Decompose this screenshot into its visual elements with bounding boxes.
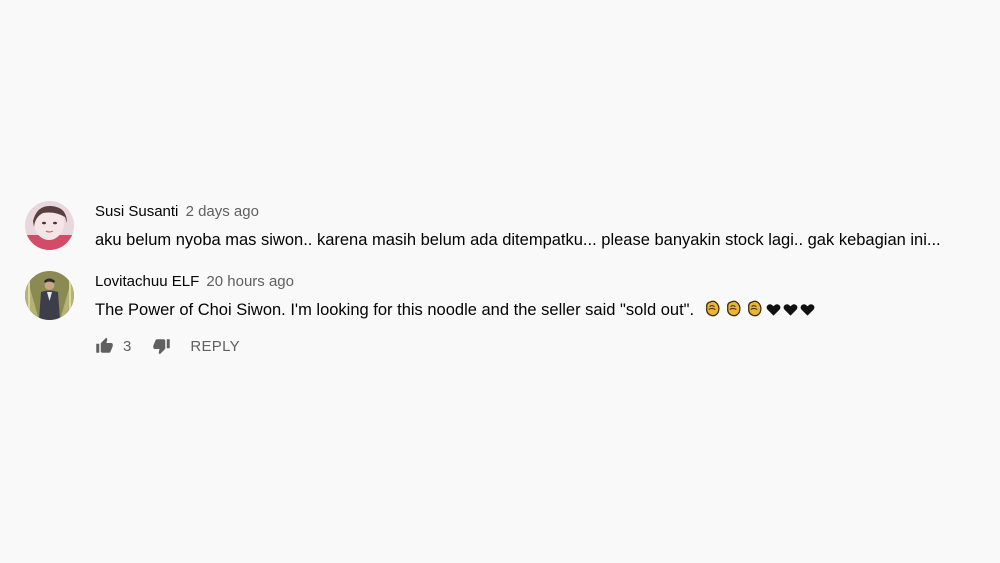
dislike-button[interactable] (151, 336, 171, 356)
black-heart-icon (766, 301, 781, 323)
clapping-hands-icon (703, 299, 722, 324)
avatar[interactable] (25, 271, 74, 320)
avatar[interactable] (25, 201, 74, 250)
clapping-hands-icon (745, 299, 764, 324)
emoji-group (703, 299, 817, 324)
comment-text: aku belum nyoba mas siwon.. karena masih… (95, 231, 941, 249)
comment-author[interactable]: Susi Susanti (95, 203, 178, 220)
clapping-hands-icon (724, 299, 743, 324)
black-heart-icon (800, 301, 815, 323)
reply-button[interactable]: REPLY (190, 338, 240, 355)
like-button[interactable] (94, 336, 114, 356)
comment-actions: 3 REPLY (94, 336, 240, 356)
thumbs-up-icon (95, 337, 113, 353)
comment-text: The Power of Choi Siwon. I'm looking for… (95, 299, 985, 324)
like-count: 3 (123, 337, 132, 355)
comment-header: Susi Susanti 2 days ago (95, 201, 985, 223)
comment-header: Lovitachuu ELF 20 hours ago (95, 271, 985, 293)
black-heart-icon (783, 301, 798, 323)
comment-timestamp[interactable]: 2 days ago (186, 203, 259, 220)
thumbs-down-icon (153, 339, 170, 355)
comment-text-body: The Power of Choi Siwon. I'm looking for… (95, 301, 695, 319)
comment-author[interactable]: Lovitachuu ELF (95, 273, 199, 290)
comment-timestamp[interactable]: 20 hours ago (206, 273, 294, 290)
